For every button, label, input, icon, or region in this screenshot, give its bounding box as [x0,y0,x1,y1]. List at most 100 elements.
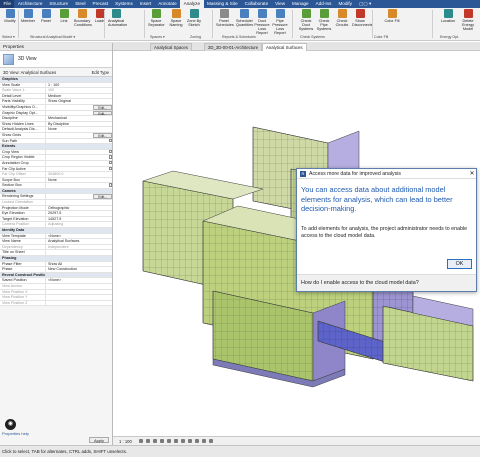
temporary-hide-icon[interactable] [195,439,200,443]
ribbon-group-label[interactable]: Select ▾ [2,35,15,39]
sun-path-icon[interactable] [153,439,158,443]
check-pipe-systems-button[interactable]: Check Pipe Systems [316,9,332,31]
close-icon[interactable]: ✕ [468,170,476,177]
ribbon-group-label[interactable]: Reports & Schedules [222,35,256,39]
property-value[interactable] [46,200,112,205]
property-value[interactable] [46,301,112,306]
ribbon-tab-systems[interactable]: Systems [112,0,137,8]
property-value[interactable]: By Discipline [46,122,112,127]
type-selector[interactable]: 3D View [0,51,112,68]
property-checkbox[interactable] [108,138,112,143]
zone-by-sketch-button[interactable]: Zone By Sketch [186,9,202,27]
view-tab[interactable]: 3D_3D-00-01-Architecture [204,43,263,51]
dialog-help-link[interactable]: How do I enable access to the cloud mode… [297,274,476,291]
ribbon-group-label[interactable]: Structural Analytical Model ▾ [30,35,75,39]
analytical-model-icon[interactable] [209,439,214,443]
property-value[interactable]: Adjusting [46,222,112,227]
property-edit-button[interactable]: Edit... [93,194,112,199]
view-scale[interactable]: 1 : 100 [119,439,132,444]
view-tab[interactable]: Analytical Spaces [150,43,192,51]
space-naming-button[interactable]: Space Naming [168,9,184,27]
property-value[interactable]: 14527.5 [46,217,112,222]
boundary-conditions-button[interactable]: Boundary Conditions [74,9,92,27]
ribbon-tab-annotate[interactable]: Annotate [155,0,180,8]
ribbon-tab-add-ins[interactable]: Add-Ins [312,0,335,8]
pipe-pressure-loss-report-button[interactable]: Pipe Pressure Loss Report [272,9,288,35]
ribbon-group-label[interactable]: Check Systems [300,35,325,39]
property-value[interactable]: Analytical Surfaces [46,239,112,244]
ribbon-tab-collaborate[interactable]: Collaborate [241,0,272,8]
loads-button[interactable]: Loads [92,9,108,23]
ribbon-group-label[interactable]: Zoning [190,35,201,39]
schedule-quantities-button[interactable]: Schedule/ Quantities [236,9,253,27]
ribbon-tab-[interactable]: ▢▢ ▾ [356,0,375,8]
ok-button[interactable]: OK [447,259,472,269]
property-checkbox[interactable] [108,149,112,154]
ribbon-tab-modify[interactable]: Modify [335,0,356,8]
duct-pressure-loss-report-button[interactable]: Duct Pressure Loss Report [254,9,270,35]
ribbon-tab-precast[interactable]: Precast [89,0,112,8]
detail-level-icon[interactable] [139,439,144,443]
property-edit-button[interactable]: Edit... [93,110,112,115]
property-value[interactable] [46,105,85,110]
shadows-icon[interactable] [160,439,165,443]
color-fill-button[interactable]: Color Fill [384,9,400,23]
analytical-automation-button[interactable]: Analytical Automation [108,9,127,27]
modify-button[interactable]: Modify [2,9,18,23]
property-value[interactable] [46,155,109,160]
reveal-hidden-icon[interactable] [202,439,207,443]
panel-button[interactable]: Panel [38,9,54,23]
property-checkbox[interactable] [108,160,112,165]
property-value[interactable]: Show Original [46,99,112,104]
ribbon-tab-massing-site[interactable]: Massing & Site [204,0,242,8]
property-value[interactable] [46,150,109,155]
property-value[interactable]: Independent [46,245,112,250]
property-value[interactable] [46,250,112,255]
property-value[interactable]: <None> [46,234,112,239]
property-edit-button[interactable]: Edit... [93,132,112,138]
property-value[interactable] [46,194,85,199]
visual-style-icon[interactable] [146,439,151,443]
ribbon-tab-manage[interactable]: Manage [289,0,313,8]
ribbon-tab-view[interactable]: View [272,0,289,8]
view-tab[interactable]: Analytical Surfaces [262,43,307,51]
ribbon-tab-architecture[interactable]: Architecture [14,0,46,8]
property-value[interactable] [46,295,112,300]
property-value[interactable] [46,290,112,295]
property-value[interactable]: 20297.5 [46,211,112,216]
property-value[interactable]: Orthographic [46,206,112,211]
property-value[interactable]: 100 [46,88,112,93]
property-value[interactable] [46,111,85,116]
property-value[interactable] [46,183,109,188]
property-value[interactable]: 304800.0 [46,172,112,177]
lock-view-icon[interactable] [188,439,193,443]
panel-schedules-button[interactable]: Panel Schedules [216,9,234,27]
ribbon-group-label[interactable]: Spaces ▾ [150,35,165,39]
link-button[interactable]: Link [56,9,72,23]
ribbon-group-label[interactable]: Energy Opt. [440,35,459,39]
location-button[interactable]: Location [440,9,456,23]
ribbon-tab-analyze[interactable]: Analyze [180,0,204,8]
edit-type-button[interactable]: Edit Type [92,70,109,75]
property-value[interactable]: Medium [46,94,112,99]
property-checkbox[interactable] [108,155,112,159]
ribbon-tab-steel[interactable]: Steel [72,0,89,8]
property-value[interactable]: <None> [46,278,112,283]
property-value[interactable]: New Construction [46,267,112,272]
navigation-wheel-icon[interactable]: ◉ [5,419,16,430]
property-value[interactable]: Show All [46,262,112,267]
show-disconnects-button[interactable]: Show Disconnects [352,9,373,27]
crop-view-icon[interactable] [174,439,179,443]
property-checkbox[interactable] [108,183,112,187]
check-circuits-button[interactable]: Check Circuits [334,9,350,27]
property-value[interactable] [46,139,109,144]
property-value[interactable] [46,284,112,289]
property-edit-button[interactable]: Edit... [93,104,112,110]
ribbon-tab-structure[interactable]: Structure [46,0,72,8]
ribbon-group-label[interactable]: Color Fill [374,35,388,39]
property-value[interactable] [46,161,109,166]
member-button[interactable]: Member [20,9,36,23]
property-checkbox[interactable] [108,166,112,170]
property-value[interactable] [46,133,85,138]
instance-filter-dropdown[interactable]: 3D View: Analytical Surfaces [3,70,56,75]
